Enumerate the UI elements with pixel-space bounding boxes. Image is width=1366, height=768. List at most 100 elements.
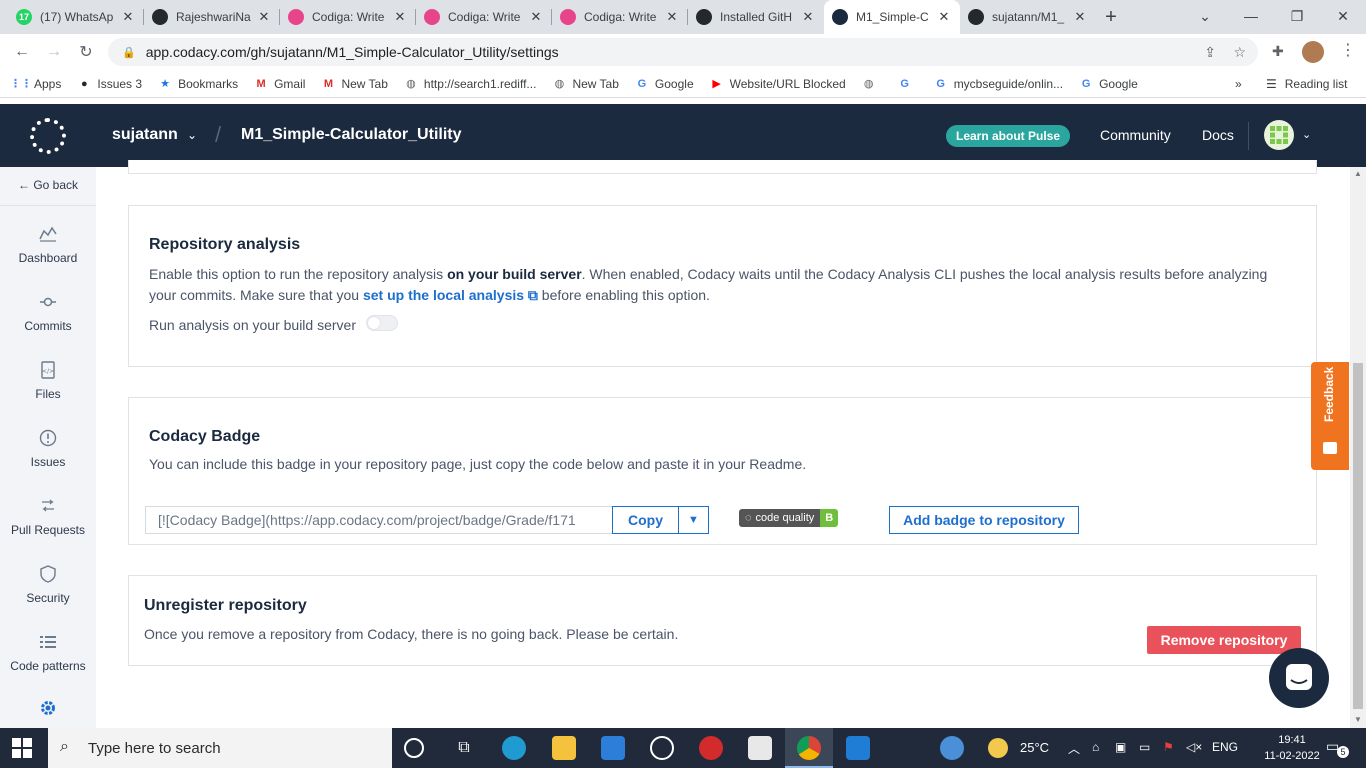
add-badge-button[interactable]: Add badge to repository xyxy=(889,506,1079,534)
forward-arrow-icon[interactable]: → xyxy=(38,43,70,61)
mail-icon[interactable] xyxy=(601,736,625,760)
back-arrow-icon[interactable]: ← xyxy=(6,43,38,61)
close-window-button[interactable]: ✕ xyxy=(1320,0,1366,34)
sidebar-item-commits[interactable]: Commits xyxy=(0,293,96,333)
learn-pulse-button[interactable]: Learn about Pulse xyxy=(946,125,1070,147)
file-explorer-icon[interactable] xyxy=(552,736,576,760)
cortana-icon[interactable] xyxy=(404,738,424,758)
weather-icon[interactable] xyxy=(988,738,1008,758)
url-bar[interactable]: 🔒 app.codacy.com/gh/sujatann/M1_Simple-C… xyxy=(108,38,1258,66)
antivirus-icon[interactable]: ⚑ xyxy=(1163,740,1174,754)
docs-link[interactable]: Docs xyxy=(1202,127,1234,143)
close-tab-icon[interactable]: ✕ xyxy=(120,9,136,25)
close-tab-icon[interactable]: ✕ xyxy=(936,9,952,25)
new-tab-button[interactable]: + xyxy=(1096,0,1126,34)
help-icon[interactable] xyxy=(940,736,964,760)
bookmark-item[interactable]: ★ Bookmarks xyxy=(158,77,238,91)
close-tab-icon[interactable]: ✕ xyxy=(256,9,272,25)
maximize-button[interactable]: ❐ xyxy=(1274,0,1320,34)
browser-tab[interactable]: 17 (17) WhatsAp ✕ xyxy=(8,0,144,34)
sidebar-item-issues[interactable]: Issues xyxy=(0,429,96,469)
reading-list[interactable]: ☰ Reading list xyxy=(1266,77,1347,91)
sidebar-item-settings[interactable] xyxy=(0,699,96,725)
go-back-link[interactable]: ← Go back xyxy=(0,178,96,192)
edge-icon[interactable] xyxy=(502,736,526,760)
chrome-taskbar-active[interactable] xyxy=(785,728,833,768)
tab-search-icon[interactable]: ⌄ xyxy=(1182,0,1228,34)
browser-tab[interactable]: Codiga: Write ✕ xyxy=(416,0,552,34)
bookmark-item[interactable]: ◍ New Tab xyxy=(552,77,619,91)
reload-icon[interactable]: ↻ xyxy=(70,42,102,62)
bookmark-item[interactable]: ⋮⋮ Apps xyxy=(10,77,61,91)
chevron-down-icon[interactable]: ⌄ xyxy=(187,128,197,142)
weather-temp[interactable]: 25°C xyxy=(1020,740,1049,755)
extensions-puzzle-icon[interactable]: ✚ xyxy=(1272,43,1284,60)
share-icon[interactable]: ⇪ xyxy=(1204,44,1216,61)
sidebar-item-security[interactable]: Security xyxy=(0,565,96,605)
sidebar-item-pull-requests[interactable]: Pull Requests xyxy=(0,497,96,537)
bookmark-item[interactable]: ◍ http://search1.rediff... xyxy=(404,77,536,91)
store-icon[interactable] xyxy=(650,736,674,760)
browser-tab[interactable]: Installed GitH ✕ xyxy=(688,0,824,34)
community-link[interactable]: Community xyxy=(1100,127,1171,143)
scroll-down-icon[interactable]: ▼ xyxy=(1354,715,1362,724)
bookmark-star-icon[interactable]: ☆ xyxy=(1233,44,1246,61)
bookmarks-more[interactable]: » xyxy=(1235,77,1242,91)
chevron-up-icon[interactable]: ︿ xyxy=(1068,740,1080,757)
minimize-button[interactable]: — xyxy=(1228,0,1274,34)
onedrive-icon[interactable]: ⌂ xyxy=(1092,740,1099,754)
close-tab-icon[interactable]: ✕ xyxy=(528,9,544,25)
external-link-icon[interactable]: ⧉ xyxy=(524,287,538,303)
browser-tab[interactable]: sujatann/M1_ ✕ xyxy=(960,0,1096,34)
bookmark-item[interactable]: G Google xyxy=(1079,77,1138,91)
vscode-icon[interactable] xyxy=(846,736,870,760)
profile-avatar[interactable] xyxy=(1302,41,1324,63)
windows-start-icon[interactable] xyxy=(12,738,32,758)
user-avatar[interactable] xyxy=(1264,120,1294,150)
notifications-icon[interactable]: ▭ 5 xyxy=(1326,738,1349,758)
browser-tab[interactable]: M1_Simple-C ✕ xyxy=(824,0,960,34)
bookmark-item[interactable]: ▶ Website/URL Blocked xyxy=(710,77,845,91)
bookmark-item[interactable]: M New Tab xyxy=(321,77,388,91)
bookmark-item[interactable]: M Gmail xyxy=(254,77,306,91)
bookmark-item[interactable]: G Google xyxy=(635,77,694,91)
taskbar-search[interactable]: ⌕ Type here to search xyxy=(48,728,392,768)
bookmark-item[interactable]: ◍ xyxy=(862,77,882,91)
close-tab-icon[interactable]: ✕ xyxy=(392,9,408,25)
sidebar-item-code-patterns[interactable]: Code patterns xyxy=(0,633,96,673)
repo-name[interactable]: M1_Simple-Calculator_Utility xyxy=(241,126,462,144)
close-tab-icon[interactable]: ✕ xyxy=(664,9,680,25)
language-indicator[interactable]: ENG xyxy=(1212,740,1238,754)
taskbar-clock[interactable]: 19:41 11-02-2022 xyxy=(1262,732,1322,764)
bookmark-item[interactable]: ● Issues 3 xyxy=(77,77,142,91)
browser-tab[interactable]: Codiga: Write ✕ xyxy=(552,0,688,34)
codacy-logo-icon[interactable] xyxy=(30,118,66,154)
browser-tab[interactable]: RajeshwariNa ✕ xyxy=(144,0,280,34)
notepad-icon[interactable] xyxy=(748,736,772,760)
local-analysis-link[interactable]: set up the local analysis xyxy=(363,287,524,303)
task-view-icon[interactable]: ⧉ xyxy=(452,736,476,760)
chevron-down-icon[interactable]: ▼ xyxy=(678,506,709,534)
scroll-up-icon[interactable]: ▲ xyxy=(1354,169,1362,178)
copy-button[interactable]: Copy xyxy=(612,506,679,534)
chat-launcher-button[interactable] xyxy=(1269,648,1329,708)
battery-icon[interactable]: ▭ xyxy=(1139,740,1150,754)
build-server-toggle[interactable] xyxy=(366,315,398,331)
sidebar-item-files[interactable]: </> Files xyxy=(0,361,96,401)
feedback-tab[interactable]: Feedback xyxy=(1311,362,1349,470)
user-menu-chevron-icon[interactable]: ⌄ xyxy=(1302,128,1311,141)
bookmark-item[interactable]: Gmycbseguide/onlin... xyxy=(934,77,1063,91)
page-scrollbar[interactable]: ▲ ▼ xyxy=(1350,167,1366,728)
bookmark-item[interactable]: G xyxy=(898,77,918,91)
badge-code-field[interactable]: [![Codacy Badge](https://app.codacy.com/… xyxy=(145,506,613,534)
close-tab-icon[interactable]: ✕ xyxy=(800,9,816,25)
network-icon[interactable]: ▣ xyxy=(1115,740,1126,754)
browser-tab[interactable]: Codiga: Write ✕ xyxy=(280,0,416,34)
sidebar-item-dashboard[interactable]: Dashboard xyxy=(0,225,96,265)
close-tab-icon[interactable]: ✕ xyxy=(1072,9,1088,25)
volume-muted-icon[interactable]: ◁× xyxy=(1186,740,1202,754)
opera-icon[interactable] xyxy=(699,736,723,760)
scrollbar-thumb[interactable] xyxy=(1353,363,1363,709)
org-name[interactable]: sujatann xyxy=(112,126,178,144)
chrome-menu-icon[interactable]: ⋮ xyxy=(1340,40,1356,60)
